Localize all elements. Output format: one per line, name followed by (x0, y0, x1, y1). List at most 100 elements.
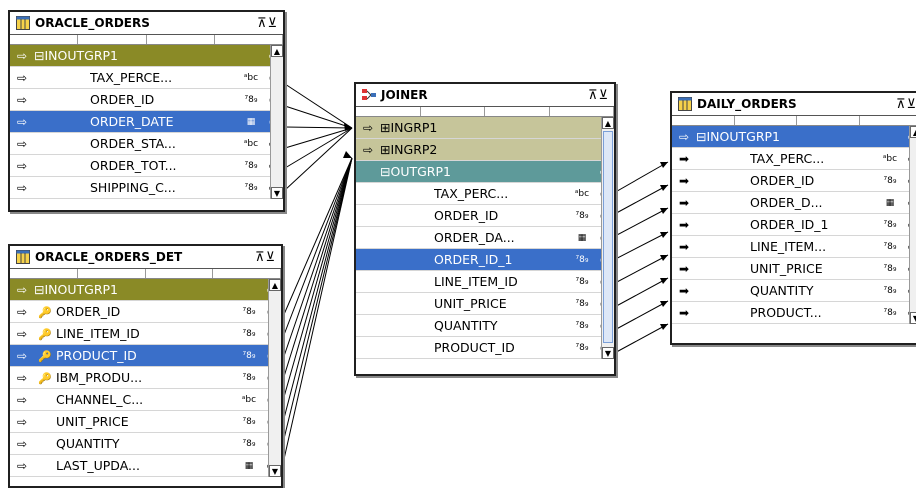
panel-titlebar[interactable]: JOINER ⊼⊻ (356, 84, 614, 107)
field-row[interactable]: ➡QUANTITY⁷8₉⇨ (672, 280, 916, 302)
group-row[interactable]: ⇨ ⊞INGRP2 (356, 139, 614, 161)
field-row[interactable]: ⇨UNIT_PRICE⁷8₉➡ (10, 411, 281, 433)
field-row[interactable]: ➡ORDER_ID⁷8₉⇨ (672, 170, 916, 192)
input-arrow-icon: ⇨ (16, 136, 28, 151)
collapse-icon[interactable]: ⊟ (34, 48, 44, 63)
scrollbar[interactable]: ▲▼ (268, 279, 281, 477)
field-row[interactable]: ➡PRODUCT...⁷8₉⇨ (672, 302, 916, 324)
field-row[interactable]: ➡ORDER_ID_1⁷8₉⇨ (672, 214, 916, 236)
maximize-minimize-icons[interactable]: ⊼⊻ (588, 88, 609, 103)
field-row[interactable]: ⇨TAX_PERCE...ᵃbc➡ (10, 67, 283, 89)
field-row[interactable]: UNIT_PRICE⁷8₉➡ (356, 293, 614, 315)
field-name: QUANTITY (750, 283, 814, 298)
field-row[interactable]: ORDER_ID_1⁷8₉➡ (356, 249, 614, 271)
group-row[interactable]: ⇨ ⊞INGRP1 (356, 117, 614, 139)
group-name[interactable]: ⊟OUTGRP1 (380, 164, 596, 179)
field-row[interactable]: ORDER_DA...▦➡ (356, 227, 614, 249)
datatype-789-icon: ⁷8₉ (575, 342, 589, 353)
maximize-minimize-icons[interactable]: ⊼⊻ (896, 97, 916, 112)
maximize-minimize-icons[interactable]: ⊼⊻ (257, 16, 278, 31)
panel-titlebar[interactable]: ORACLE_ORDERS_DET ⊼⊻ (10, 246, 281, 269)
joiner-panel[interactable]: JOINER ⊼⊻ ⇨ ⊞INGRP1 ⇨ ⊞INGRP2 ⊟OUTGRP1⇨ TAX_P… (354, 82, 616, 376)
maximize-minimize-icons[interactable]: ⊼⊻ (255, 250, 276, 265)
field-name: SHIPPING_C... (90, 180, 176, 195)
field-row[interactable]: ⇨SHIPPING_C...⁷8₉⇨ (10, 177, 283, 199)
group-row[interactable]: ⇨⊟INOUTGRP1⇨ (10, 45, 283, 67)
scroll-up-icon[interactable]: ▲ (910, 126, 916, 138)
field-row[interactable]: ⇨ORDER_ID⁷8₉➡ (10, 89, 283, 111)
input-arrow-icon: ⇨ (16, 458, 28, 473)
field-row[interactable]: ➡UNIT_PRICE⁷8₉⇨ (672, 258, 916, 280)
field-name: PRODUCT_ID (56, 348, 137, 363)
scroll-up-icon[interactable]: ▲ (271, 45, 283, 57)
scroll-down-icon[interactable]: ▼ (271, 187, 283, 199)
field-list[interactable]: ⇨⊞INGRP1⇨⊞INGRP2⊟OUTGRP1⇨TAX_PERC...ᵃbc➡… (356, 117, 614, 359)
group-row[interactable]: ⇨⊟INOUTGRP1⇨ (10, 279, 281, 301)
group-name[interactable]: ⊟INOUTGRP1 (34, 282, 263, 297)
field-row[interactable]: PRODUCT_ID⁷8₉➡ (356, 337, 614, 359)
scroll-down-icon[interactable]: ▼ (910, 312, 916, 324)
panel-titlebar[interactable]: ORACLE_ORDERS ⊼⊻ (10, 12, 283, 35)
field-row[interactable]: ⇨QUANTITY⁷8₉➡ (10, 433, 281, 455)
collapse-icon[interactable]: ⊟ (696, 129, 706, 144)
field-name: ORDER_ID (434, 208, 499, 223)
table-icon (678, 97, 692, 111)
scrollbar[interactable]: ▲▼ (909, 126, 916, 324)
scrollbar[interactable]: ▲▼ (601, 117, 614, 359)
scroll-up-icon[interactable]: ▲ (269, 279, 281, 291)
key-icon: 🔑 (38, 305, 52, 319)
table-icon (16, 16, 30, 30)
group-name[interactable]: ⊟INOUTGRP1 (34, 48, 265, 63)
group-label: OUTGRP1 (390, 164, 451, 179)
field-name: ORDER_DATE (90, 114, 174, 129)
datatype-789-icon: ⁷8₉ (242, 416, 256, 427)
expand-icon[interactable]: ⊞ (380, 142, 390, 157)
scroll-down-icon[interactable]: ▼ (602, 347, 614, 359)
scrollbar[interactable]: ▲▼ (270, 45, 283, 199)
field-row[interactable]: ⇨🔑IBM_PRODU...⁷8₉➡ (10, 367, 281, 389)
field-row[interactable]: ➡ORDER_D...▦⇨ (672, 192, 916, 214)
scroll-down-icon[interactable]: ▼ (269, 465, 281, 477)
field-row[interactable]: QUANTITY⁷8₉➡ (356, 315, 614, 337)
datatype-789-icon: ⁷8₉ (883, 285, 897, 296)
key-icon: 🔑 (38, 327, 52, 341)
field-row[interactable]: ⇨ORDER_STA...ᵃbc⇨ (10, 133, 283, 155)
joiner-icon (362, 89, 376, 100)
field-list[interactable]: ⇨⊟INOUTGRP1⇨⇨TAX_PERCE...ᵃbc➡⇨ORDER_ID⁷8… (10, 45, 283, 199)
group-name[interactable]: ⊞INGRP2 (380, 142, 596, 157)
collapse-icon[interactable]: ⊟ (380, 164, 390, 179)
field-row[interactable]: ⇨🔑PRODUCT_ID⁷8₉➡ (10, 345, 281, 367)
oracle-orders-det-panel[interactable]: ORACLE_ORDERS_DET ⊼⊻ ⇨ ⊟INOUTGRP1 ⇨ ⇨ 🔑 ORDER… (8, 244, 283, 488)
field-row[interactable]: LINE_ITEM_ID⁷8₉➡ (356, 271, 614, 293)
input-arrow-icon: ➡ (678, 261, 690, 276)
scroll-up-icon[interactable]: ▲ (602, 117, 614, 129)
field-row[interactable]: ⇨ORDER_TOT...⁷8₉⇨ (10, 155, 283, 177)
field-row[interactable]: ⇨LAST_UPDA...▦⇨ (10, 455, 281, 477)
scroll-thumb[interactable] (603, 131, 613, 343)
field-list[interactable]: ⇨⊟INOUTGRP1⇨⇨🔑ORDER_ID⁷8₉➡⇨🔑LINE_ITEM_ID… (10, 279, 281, 477)
group-row[interactable]: ⇨⊟INOUTGRP1⇨ (672, 126, 916, 148)
group-name[interactable]: ⊞INGRP1 (380, 120, 596, 135)
field-row[interactable]: TAX_PERC...ᵃbc➡ (356, 183, 614, 205)
panel-titlebar[interactable]: DAILY_ORDERS ⊼⊻ (672, 93, 916, 116)
datatype-789-icon: ⁷8₉ (883, 219, 897, 230)
field-row[interactable]: ORDER_ID⁷8₉➡ (356, 205, 614, 227)
expand-icon[interactable]: ⊞ (380, 120, 390, 135)
field-row[interactable]: ⇨🔑ORDER_ID⁷8₉➡ (10, 301, 281, 323)
panel-title: ORACLE_ORDERS (35, 16, 150, 30)
input-arrow-icon: ➡ (678, 151, 690, 166)
field-row[interactable]: ⇨CHANNEL_C...ᵃbc➡ (10, 389, 281, 411)
group-row[interactable]: ⊟OUTGRP1⇨ (356, 161, 614, 183)
field-list[interactable]: ⇨⊟INOUTGRP1⇨➡TAX_PERC...ᵃbc⇨➡ORDER_ID⁷8₉… (672, 126, 916, 324)
input-arrow-icon: ➡ (678, 283, 690, 298)
collapse-icon[interactable]: ⊟ (34, 282, 44, 297)
field-row[interactable]: ⇨ORDER_DATE▦➡ (10, 111, 283, 133)
oracle-orders-panel[interactable]: ORACLE_ORDERS ⊼⊻ ⇨ ⊟INOUTGRP1 ⇨ ⇨ TAX_PERCE.… (8, 10, 285, 212)
field-name: QUANTITY (434, 318, 498, 333)
field-row[interactable]: ➡LINE_ITEM...⁷8₉⇨ (672, 236, 916, 258)
input-arrow-icon: ⇨ (16, 392, 28, 407)
field-row[interactable]: ➡TAX_PERC...ᵃbc⇨ (672, 148, 916, 170)
group-name[interactable]: ⊟INOUTGRP1 (696, 129, 904, 144)
daily-orders-panel[interactable]: DAILY_ORDERS ⊼⊻ ⇨⊟INOUTGRP1⇨➡TAX_PERC...… (670, 91, 916, 345)
field-row[interactable]: ⇨🔑LINE_ITEM_ID⁷8₉➡ (10, 323, 281, 345)
